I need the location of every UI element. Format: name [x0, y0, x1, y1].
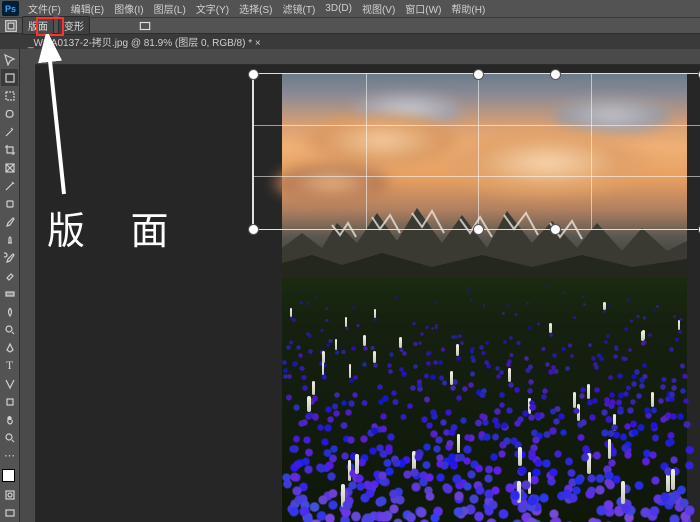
color-swatches[interactable] — [2, 469, 18, 485]
crop-tool[interactable] — [1, 141, 18, 158]
options-bar: 版面 变形 — [0, 18, 700, 34]
menu-layer[interactable]: 图层(L) — [149, 0, 191, 18]
menu-3d[interactable]: 3D(D) — [320, 1, 357, 16]
blur-tool[interactable] — [1, 303, 18, 320]
stamp-tool[interactable] — [1, 231, 18, 248]
handle-bl[interactable] — [248, 224, 259, 235]
lasso-tool[interactable] — [1, 105, 18, 122]
foreground-color[interactable] — [2, 469, 15, 482]
shape-tool[interactable] — [1, 393, 18, 410]
path-tool[interactable] — [1, 375, 18, 392]
brush-tool[interactable] — [1, 213, 18, 230]
heal-tool[interactable] — [1, 195, 18, 212]
menu-window[interactable]: 窗口(W) — [400, 0, 446, 18]
image-mountains — [282, 193, 687, 283]
menu-bar: Ps 文件(F) 编辑(E) 图像(I) 图层(L) 文字(Y) 选择(S) 滤… — [0, 0, 700, 18]
gradient-tool[interactable] — [1, 285, 18, 302]
eraser-tool[interactable] — [1, 267, 18, 284]
move-tool[interactable] — [1, 51, 18, 68]
menu-select[interactable]: 选择(S) — [234, 0, 277, 18]
document-tab-bar: _WGA0137-2-拷贝.jpg @ 81.9% (图层 0, RGB/8) … — [0, 34, 700, 50]
ruler-vertical[interactable] — [20, 64, 36, 522]
pen-tool[interactable] — [1, 339, 18, 356]
menu-type[interactable]: 文字(Y) — [191, 0, 234, 18]
quickmask-toggle[interactable] — [1, 486, 18, 503]
orientation-icon[interactable] — [138, 20, 152, 32]
menu-filter[interactable]: 滤镜(T) — [278, 0, 321, 18]
app-logo: Ps — [2, 1, 19, 16]
artboard-tool-icon[interactable] — [4, 20, 18, 32]
hand-tool[interactable] — [1, 411, 18, 428]
options-mode[interactable]: 变形 — [58, 16, 90, 35]
menu-help[interactable]: 帮助(H) — [446, 0, 490, 18]
zoom-tool[interactable] — [1, 429, 18, 446]
history-brush-tool[interactable] — [1, 249, 18, 266]
eyedropper-tool[interactable] — [1, 177, 18, 194]
workspace: T ⋯ — [0, 49, 700, 522]
type-tool[interactable]: T — [1, 357, 18, 374]
screenmode-toggle[interactable] — [1, 504, 18, 521]
handle-tl[interactable] — [248, 69, 259, 80]
ruler-origin[interactable] — [20, 49, 36, 65]
marquee-tool[interactable] — [1, 87, 18, 104]
toolbar: T ⋯ — [0, 49, 20, 522]
document-image[interactable] — [282, 73, 687, 522]
edit-toolbar[interactable]: ⋯ — [1, 447, 18, 464]
document-tab[interactable]: _WGA0137-2-拷贝.jpg @ 81.9% (图层 0, RGB/8) … — [20, 34, 269, 49]
ruler-horizontal[interactable] — [35, 49, 700, 65]
image-field — [282, 278, 687, 522]
frame-tool[interactable] — [1, 159, 18, 176]
dodge-tool[interactable] — [1, 321, 18, 338]
menu-image[interactable]: 图像(I) — [109, 0, 148, 18]
artboard-tool[interactable] — [1, 69, 18, 86]
wand-tool[interactable] — [1, 123, 18, 140]
canvas-area[interactable] — [20, 49, 700, 522]
menu-view[interactable]: 视图(V) — [357, 0, 400, 18]
options-preset[interactable]: 版面 — [22, 16, 54, 35]
